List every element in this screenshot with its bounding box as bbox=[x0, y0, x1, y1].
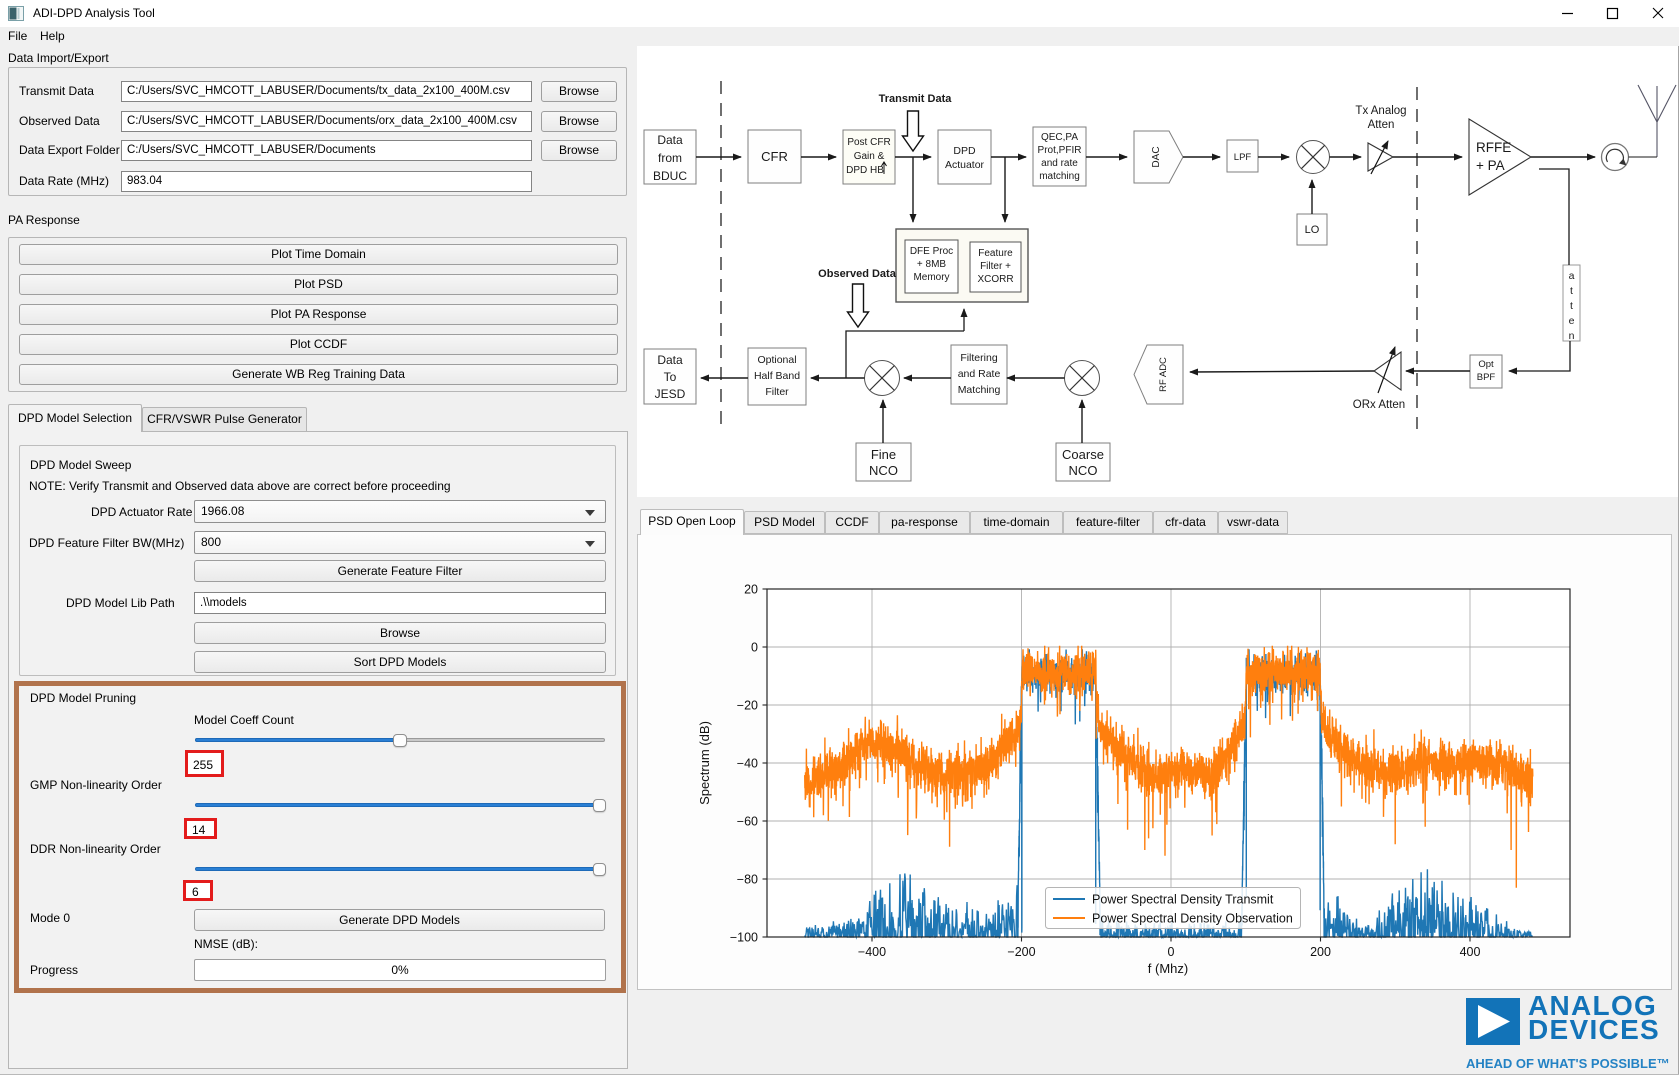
svg-text:BPF: BPF bbox=[1477, 372, 1496, 383]
svg-text:t: t bbox=[1570, 300, 1573, 312]
svg-text:Power Spectral Density Observa: Power Spectral Density Observation bbox=[1092, 912, 1293, 926]
svg-text:Data: Data bbox=[657, 353, 683, 367]
svg-text:RFFE: RFFE bbox=[1476, 140, 1511, 155]
svg-text:Fine: Fine bbox=[871, 447, 896, 462]
svg-text:Actuator: Actuator bbox=[945, 159, 985, 171]
svg-text:and Rate: and Rate bbox=[958, 368, 1001, 380]
svg-text:Data: Data bbox=[657, 133, 683, 147]
svg-text:400: 400 bbox=[1460, 945, 1481, 959]
svg-text:Filter: Filter bbox=[765, 386, 789, 398]
svg-text:n: n bbox=[1569, 330, 1575, 342]
svg-text:0: 0 bbox=[1168, 945, 1175, 959]
svg-text:t: t bbox=[1570, 285, 1573, 297]
svg-text:Power Spectral Density Transmi: Power Spectral Density Transmit bbox=[1092, 893, 1274, 907]
svg-text:DPD HB: DPD HB bbox=[846, 165, 884, 176]
svg-text:Opt: Opt bbox=[1478, 359, 1494, 370]
svg-text:Filter +: Filter + bbox=[980, 261, 1011, 272]
svg-text:DAC: DAC bbox=[1151, 146, 1162, 167]
svg-text:−80: −80 bbox=[737, 873, 758, 887]
svg-text:DPD: DPD bbox=[953, 145, 976, 157]
svg-text:a: a bbox=[1569, 270, 1575, 282]
svg-text:Observed Data: Observed Data bbox=[818, 268, 897, 280]
svg-text:LO: LO bbox=[1305, 224, 1320, 236]
svg-text:DFE Proc: DFE Proc bbox=[910, 246, 953, 257]
svg-text:Feature: Feature bbox=[978, 248, 1013, 259]
svg-text:XCORR: XCORR bbox=[977, 274, 1013, 285]
svg-text:−20: −20 bbox=[737, 699, 758, 713]
svg-text:Gain &: Gain & bbox=[854, 151, 885, 162]
svg-text:f (Mhz): f (Mhz) bbox=[1148, 961, 1188, 976]
svg-text:−40: −40 bbox=[737, 757, 758, 771]
svg-text:−400: −400 bbox=[858, 945, 886, 959]
svg-text:and rate: and rate bbox=[1041, 158, 1078, 169]
svg-text:Post CFR: Post CFR bbox=[847, 137, 890, 148]
svg-text:RF ADC: RF ADC bbox=[1158, 357, 1169, 392]
svg-text:JESD: JESD bbox=[655, 387, 686, 401]
svg-text:NCO: NCO bbox=[869, 463, 898, 478]
svg-text:Tx Analog: Tx Analog bbox=[1355, 105, 1406, 117]
svg-text:Transmit Data: Transmit Data bbox=[879, 93, 953, 105]
svg-text:QEC,PA: QEC,PA bbox=[1041, 132, 1078, 143]
svg-text:Coarse: Coarse bbox=[1062, 447, 1104, 462]
svg-text:e: e bbox=[1569, 315, 1575, 327]
svg-text:Memory: Memory bbox=[913, 272, 949, 283]
svg-text:To: To bbox=[664, 370, 677, 384]
svg-text:+ PA: + PA bbox=[1476, 158, 1505, 173]
svg-text:−100: −100 bbox=[730, 931, 758, 945]
svg-text:20: 20 bbox=[744, 583, 758, 597]
svg-text:NCO: NCO bbox=[1069, 463, 1098, 478]
svg-text:−200: −200 bbox=[1007, 945, 1035, 959]
svg-text:Prot,PFIR: Prot,PFIR bbox=[1038, 145, 1082, 156]
svg-text:200: 200 bbox=[1310, 945, 1331, 959]
svg-text:0: 0 bbox=[751, 641, 758, 655]
svg-text:Half Band: Half Band bbox=[754, 370, 800, 382]
svg-text:Spectrum (dB): Spectrum (dB) bbox=[697, 721, 712, 805]
svg-text:Atten: Atten bbox=[1368, 119, 1395, 131]
svg-text:matching: matching bbox=[1039, 171, 1080, 182]
svg-text:Filtering: Filtering bbox=[960, 352, 998, 364]
svg-text:LPF: LPF bbox=[1234, 152, 1252, 163]
svg-text:BDUC: BDUC bbox=[653, 169, 687, 183]
svg-text:Optional: Optional bbox=[757, 354, 796, 366]
svg-text:Matching: Matching bbox=[958, 384, 1001, 396]
svg-text:CFR: CFR bbox=[761, 149, 788, 164]
svg-text:−60: −60 bbox=[737, 815, 758, 829]
svg-text:from: from bbox=[658, 151, 682, 165]
svg-text:+ 8MB: + 8MB bbox=[917, 259, 947, 270]
svg-text:ORx Atten: ORx Atten bbox=[1353, 399, 1405, 411]
